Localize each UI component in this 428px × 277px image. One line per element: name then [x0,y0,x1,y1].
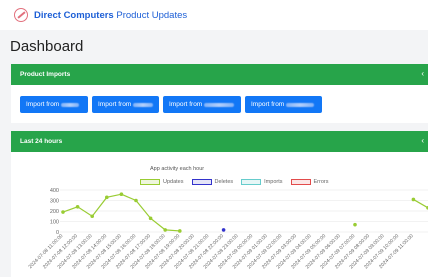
data-point-updates [178,229,182,233]
redacted-source-2 [133,102,154,107]
data-point-updates [105,195,109,200]
series-line-updates [62,193,180,232]
brand-logo-icon[interactable] [14,8,28,22]
chart-title: App activity each hour [150,166,205,172]
last-24-hours-title: Last 24 hours [20,138,63,145]
data-point-updates [411,197,416,202]
import-button-2[interactable]: Import from [92,96,159,113]
activity-line-chart: 01002003004002024-07-08 11:00:002024-07-… [28,188,428,270]
y-tick-label: 400 [50,188,59,194]
redacted-source-3 [204,102,235,107]
data-point-updates [353,222,357,227]
y-tick-label: 100 [50,220,59,226]
page-title: Dashboard [10,38,84,55]
product-imports-title: Product Imports [20,71,71,78]
data-point-updates [119,192,124,196]
product-imports-header[interactable]: Product Imports ‹ [11,64,428,85]
data-point-deletes [221,228,226,232]
redacted-source-4 [286,102,315,107]
data-point-updates [134,198,138,203]
import-button-4[interactable]: Import from [245,96,322,113]
y-tick-label: 200 [50,209,59,215]
top-bar: Direct Computers Product Updates [0,0,428,30]
collapse-chevron-icon[interactable]: ‹ [421,69,424,78]
data-point-updates [148,216,153,221]
data-point-updates [163,228,167,232]
data-point-updates [75,205,80,209]
collapse-chevron-icon[interactable]: ‹ [421,136,424,145]
import-button-3[interactable]: Import from [163,96,241,113]
import-button-1[interactable]: Import from [20,96,88,113]
y-tick-label: 300 [50,199,59,205]
last-24-hours-header[interactable]: Last 24 hours ‹ [11,131,428,152]
data-point-updates [90,214,94,219]
brand-link[interactable]: Direct Computers Product Updates [34,10,187,21]
redacted-source-1 [61,102,80,107]
import-button-group: Import from Import from Import from Impo… [20,96,322,113]
data-point-updates [61,210,65,214]
